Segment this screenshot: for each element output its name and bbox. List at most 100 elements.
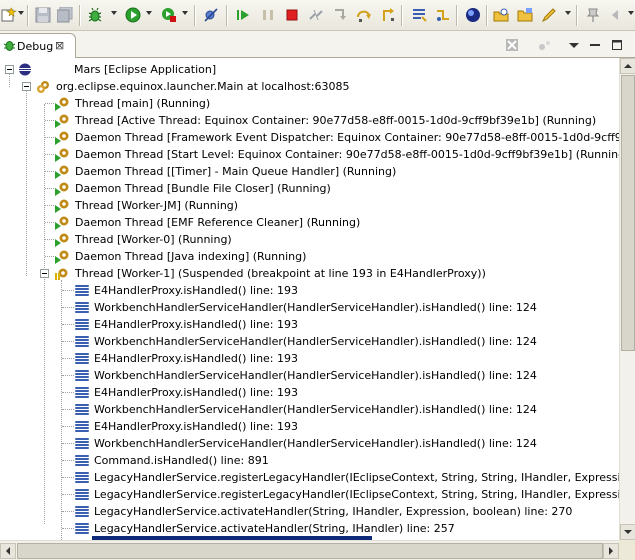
tree-row-stack-frame[interactable]: LegacyHandlerService.registerLegacyHandl… xyxy=(0,469,619,486)
disconnect-icon[interactable] xyxy=(307,6,325,24)
scroll-down-button[interactable] xyxy=(620,524,635,540)
tree-row-stack-frame[interactable]: E4HandlerProxy.isHandled() line: 193 xyxy=(0,418,619,435)
stack-frame-icon xyxy=(75,438,89,449)
thread-label: Daemon Thread [Start Level: Equinox Cont… xyxy=(75,148,619,161)
tree-row-stack-frame[interactable]: E4HandlerProxy.isHandled() line: 193 xyxy=(0,316,619,333)
tree-row-stack-frame[interactable]: WorkbenchHandlerServiceHandler(HandlerSe… xyxy=(0,299,619,316)
tree-line xyxy=(62,290,74,291)
save-all-icon[interactable] xyxy=(56,6,74,24)
open-type-icon[interactable] xyxy=(434,6,452,24)
remove-all-terminated-icon[interactable] xyxy=(504,37,520,53)
resume-icon[interactable] xyxy=(234,6,252,24)
stack-frame-icon xyxy=(75,336,89,347)
tree-line xyxy=(62,494,74,495)
tab-debug[interactable]: Debug ⊠ xyxy=(0,33,76,58)
tree-row-stack-frame[interactable]: LegacyHandlerService.activateHandler(Str… xyxy=(0,520,619,537)
tree-row-stack-frame[interactable]: E4HandlerProxy.isHandled() line: 193 xyxy=(0,384,619,401)
thread-label: Thread [main] (Running) xyxy=(75,97,211,110)
tree-line xyxy=(62,307,74,308)
tree-row-thread[interactable]: Daemon Thread [[Timer] - Main Queue Hand… xyxy=(0,163,619,180)
tree-line xyxy=(62,477,74,478)
stack-frame-icon xyxy=(75,302,89,313)
debug-tree[interactable]: Mars [Eclipse Application] org.eclipse.e… xyxy=(0,58,619,540)
new-wizard-icon[interactable] xyxy=(0,6,18,24)
run-external-tool-dropdown[interactable] xyxy=(182,11,188,15)
tree-row-launch[interactable]: Mars [Eclipse Application] xyxy=(0,61,619,78)
tree-line xyxy=(45,188,54,189)
vertical-scroll-thumb[interactable] xyxy=(621,75,635,351)
skip-breakpoints-icon[interactable] xyxy=(202,6,220,24)
tree-row-stack-frame[interactable]: LegacyHandlerService.activateHandler(Str… xyxy=(0,503,619,520)
scrollbar-corner xyxy=(619,540,635,560)
close-icon[interactable]: ⊠ xyxy=(55,40,64,51)
terminate-icon[interactable] xyxy=(283,6,301,24)
scroll-left-button[interactable] xyxy=(0,543,16,559)
running-thread-icon xyxy=(54,233,69,247)
save-icon[interactable] xyxy=(34,6,52,24)
tree-row-stack-frame[interactable]: WorkbenchHandlerServiceHandler(HandlerSe… xyxy=(0,367,619,384)
tree-line xyxy=(62,528,74,529)
tree-row-thread[interactable]: Thread [Worker-JM] (Running) xyxy=(0,197,619,214)
back-icon[interactable] xyxy=(608,6,626,24)
minimize-icon[interactable] xyxy=(587,37,603,53)
tree-row-thread[interactable]: Daemon Thread [Framework Event Dispatche… xyxy=(0,129,619,146)
tree-row-suspended-thread[interactable]: Thread [Worker-1] (Suspended (breakpoint… xyxy=(0,265,619,282)
tree-line xyxy=(62,443,74,444)
pen-dropdown[interactable] xyxy=(565,11,571,15)
step-over-icon[interactable] xyxy=(355,6,373,24)
collapse-toggle[interactable] xyxy=(40,269,49,278)
horizontal-scrollbar[interactable] xyxy=(0,540,619,560)
tree-row-thread[interactable]: Thread [Active Thread: Equinox Container… xyxy=(0,112,619,129)
horizontal-scroll-thumb[interactable] xyxy=(17,543,603,559)
debug-target-icon xyxy=(36,80,50,93)
tree-row-thread[interactable]: Daemon Thread [Java indexing] (Running) xyxy=(0,248,619,265)
tree-line xyxy=(62,341,74,342)
tree-row-thread[interactable]: Thread [Worker-0] (Running) xyxy=(0,231,619,248)
thread-label: Daemon Thread [Java indexing] (Running) xyxy=(75,250,307,263)
tree-row-thread[interactable]: Daemon Thread [Bundle File Closer] (Runn… xyxy=(0,180,619,197)
debug-icon[interactable] xyxy=(86,6,104,24)
tree-row-stack-frame[interactable]: LegacyHandlerService.registerLegacyHandl… xyxy=(0,486,619,503)
stack-frame-label: E4HandlerProxy.isHandled() line: 193 xyxy=(94,352,299,365)
step-into-icon[interactable] xyxy=(331,6,349,24)
tree-row-stack-frame[interactable]: WorkbenchHandlerServiceHandler(HandlerSe… xyxy=(0,401,619,418)
open-task-icon[interactable] xyxy=(464,6,482,24)
view-menu-settings-icon[interactable] xyxy=(537,37,553,53)
tree-row-thread[interactable]: Thread [main] (Running) xyxy=(0,95,619,112)
scroll-right-button[interactable] xyxy=(603,543,619,559)
stack-frame-label: WorkbenchHandlerServiceHandler(HandlerSe… xyxy=(94,403,537,416)
use-step-filters-icon[interactable] xyxy=(410,6,428,24)
collapse-toggle[interactable] xyxy=(22,82,31,91)
run-icon[interactable] xyxy=(124,6,142,24)
suspend-icon[interactable] xyxy=(259,6,277,24)
tree-line xyxy=(45,205,54,206)
debug-dropdown[interactable] xyxy=(111,11,117,15)
toolbar-separator xyxy=(576,5,577,26)
stack-frame-label: LegacyHandlerService.activateHandler(Str… xyxy=(94,505,573,518)
maximize-icon[interactable] xyxy=(609,37,625,53)
new-wizard-dropdown[interactable] xyxy=(18,11,24,15)
collapse-toggle[interactable] xyxy=(5,65,14,74)
scroll-up-button[interactable] xyxy=(620,58,635,74)
main-toolbar xyxy=(0,0,635,31)
pen-icon[interactable] xyxy=(540,6,558,24)
tree-row-thread[interactable]: Daemon Thread [EMF Reference Cleaner] (R… xyxy=(0,214,619,231)
back-dropdown[interactable] xyxy=(628,11,634,15)
run-dropdown[interactable] xyxy=(146,11,152,15)
stack-frame-icon xyxy=(75,421,89,432)
tree-row-stack-frame[interactable]: Command.isHandled() line: 891 xyxy=(0,452,619,469)
open-folder-icon[interactable] xyxy=(516,6,534,24)
view-menu-icon[interactable] xyxy=(566,37,582,53)
tree-row-stack-frame[interactable]: WorkbenchHandlerServiceHandler(HandlerSe… xyxy=(0,435,619,452)
tree-row-debug-target[interactable]: org.eclipse.equinox.launcher.Main at loc… xyxy=(0,78,619,95)
tree-row-stack-frame[interactable]: WorkbenchHandlerServiceHandler(HandlerSe… xyxy=(0,333,619,350)
tree-row-thread[interactable]: Daemon Thread [Start Level: Equinox Cont… xyxy=(0,146,619,163)
vertical-scrollbar[interactable] xyxy=(619,58,635,540)
launch-label: Mars [Eclipse Application] xyxy=(74,63,217,76)
tree-row-stack-frame[interactable]: E4HandlerProxy.isHandled() line: 193 xyxy=(0,282,619,299)
tree-row-stack-frame[interactable]: E4HandlerProxy.isHandled() line: 193 xyxy=(0,350,619,367)
step-return-icon[interactable] xyxy=(379,6,397,24)
search-icon[interactable] xyxy=(492,6,510,24)
run-external-tool-icon[interactable] xyxy=(160,6,178,24)
pin-icon[interactable] xyxy=(584,6,602,24)
